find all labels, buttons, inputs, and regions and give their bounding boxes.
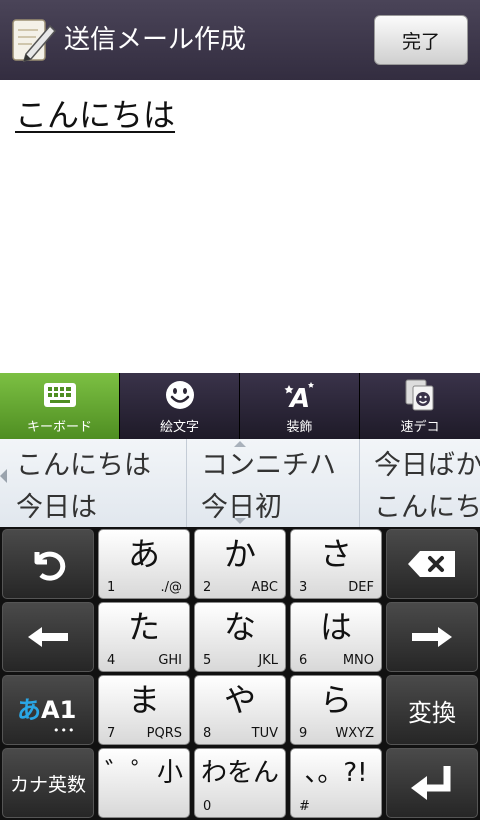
keyboard-icon	[42, 377, 78, 413]
key-kana: ら	[319, 681, 352, 719]
kana-eisu-label: カナ英数	[9, 773, 86, 796]
key-number: 4	[107, 653, 116, 668]
smiley-icon	[162, 377, 198, 413]
tab-label: 装飾	[286, 420, 313, 435]
key-kana: わをん	[200, 758, 279, 788]
key-number: 5	[203, 653, 212, 668]
undo-key[interactable]	[2, 529, 94, 599]
key-letters: WXYZ	[335, 726, 374, 741]
key-letters: TUV	[251, 726, 278, 741]
key-number: 6	[299, 653, 308, 668]
title-bar: 送信メール作成 完了	[0, 0, 480, 80]
key-kana: さ	[319, 535, 352, 573]
key-kana: や	[223, 681, 256, 719]
key-ya[interactable]: や 8 TUV	[194, 675, 286, 745]
key-number: 7	[107, 726, 116, 741]
key-kana: な	[223, 608, 256, 646]
key-number: 1	[107, 580, 116, 595]
candidate-item[interactable]: コンニチハ	[201, 443, 336, 482]
key-letters: ./@	[160, 580, 182, 595]
quick-deco-icon	[402, 377, 438, 413]
convert-label: 変換	[408, 698, 456, 727]
page-title: 送信メール作成	[64, 25, 247, 55]
flick-keyboard: あ 1 ./@ か 2 ABC さ 3 DEF た 4 GHI な 5 JKL …	[0, 527, 480, 820]
key-number: 0	[203, 799, 212, 814]
backspace-icon	[387, 530, 477, 598]
arrow-left-icon	[3, 603, 93, 671]
tab-label: キーボード	[26, 420, 92, 435]
cursor-left-key[interactable]	[2, 602, 94, 672]
tab-label: 速デコ	[400, 420, 440, 435]
tab-quick-deco[interactable]: 速デコ	[360, 373, 480, 439]
key-number: 8	[203, 726, 212, 741]
candidate-item[interactable]: 今日は	[16, 485, 97, 524]
mode-alpha-label: A1	[41, 696, 77, 724]
key-kana: か	[223, 535, 256, 573]
kana-eisu-key[interactable]: カナ英数	[2, 748, 94, 818]
key-sa[interactable]: さ 3 DEF	[290, 529, 382, 599]
key-number: 9	[299, 726, 308, 741]
key-letters: ABC	[251, 580, 278, 595]
candidate-item[interactable]: 今日初	[201, 485, 282, 524]
key-ka[interactable]: か 2 ABC	[194, 529, 286, 599]
conversion-candidates: こんにちは 今日は コンニチハ 今日初 今日ばか こんにち	[0, 439, 480, 527]
enter-key[interactable]	[386, 748, 478, 818]
svg-text:A: A	[288, 384, 310, 411]
key-letters: JKL	[258, 653, 278, 668]
input-mode-tabs: キーボード 絵文字 A 装飾 速デコ	[0, 373, 480, 439]
key-kana: た	[127, 608, 160, 646]
undo-icon	[3, 530, 93, 598]
key-letters: DEF	[348, 580, 374, 595]
key-kana: は	[319, 608, 352, 646]
key-number: 3	[299, 580, 308, 595]
key-number: #	[299, 799, 310, 814]
backspace-key[interactable]	[386, 529, 478, 599]
key-letters: MNO	[342, 653, 374, 668]
enter-icon	[387, 749, 477, 817]
key-kana: あ	[127, 535, 160, 573]
done-button[interactable]: 完了	[374, 15, 468, 65]
candidate-column: こんにちは 今日は	[0, 439, 187, 527]
key-a[interactable]: あ 1 ./@	[98, 529, 190, 599]
tab-label: 絵文字	[159, 420, 199, 435]
candidate-column: 今日ばか こんにち	[360, 439, 480, 527]
key-punctuation[interactable]: 、。?! #	[290, 748, 382, 818]
message-body-editor[interactable]: こんにちは	[0, 80, 480, 373]
candidate-item[interactable]: こんにちは	[16, 443, 151, 482]
key-na[interactable]: な 5 JKL	[194, 602, 286, 672]
candidate-item[interactable]: こんにち	[374, 485, 480, 524]
key-ha[interactable]: は 6 MNO	[290, 602, 382, 672]
cursor-right-key[interactable]	[386, 602, 478, 672]
key-ma[interactable]: ま 7 PQRS	[98, 675, 190, 745]
key-letters: PQRS	[146, 726, 182, 741]
tab-keyboard[interactable]: キーボード	[0, 373, 120, 439]
tab-decoration[interactable]: A 装飾	[240, 373, 360, 439]
mode-dots: •••	[53, 724, 76, 737]
candidate-item[interactable]: 今日ばか	[374, 443, 480, 482]
key-wa[interactable]: わをん 0	[194, 748, 286, 818]
composing-text: こんにちは	[15, 96, 176, 134]
key-ra[interactable]: ら 9 WXYZ	[290, 675, 382, 745]
decoration-icon: A	[282, 377, 318, 413]
key-ta[interactable]: た 4 GHI	[98, 602, 190, 672]
tab-emoji[interactable]: 絵文字	[120, 373, 240, 439]
key-dakuten[interactable]: ゛゜小	[98, 748, 190, 818]
compose-mail-icon	[10, 16, 58, 64]
key-letters: GHI	[158, 653, 182, 668]
mode-kana-label: あ	[17, 696, 41, 724]
key-number: 2	[203, 580, 212, 595]
arrow-right-icon	[387, 603, 477, 671]
input-mode-key[interactable]: あA1 •••	[2, 675, 94, 745]
candidate-column: コンニチハ 今日初	[187, 439, 360, 527]
key-kana: ま	[127, 681, 160, 719]
key-kana: ゛゜小	[104, 758, 183, 788]
key-kana: 、。?!	[304, 758, 368, 788]
convert-key[interactable]: 変換	[386, 675, 478, 745]
